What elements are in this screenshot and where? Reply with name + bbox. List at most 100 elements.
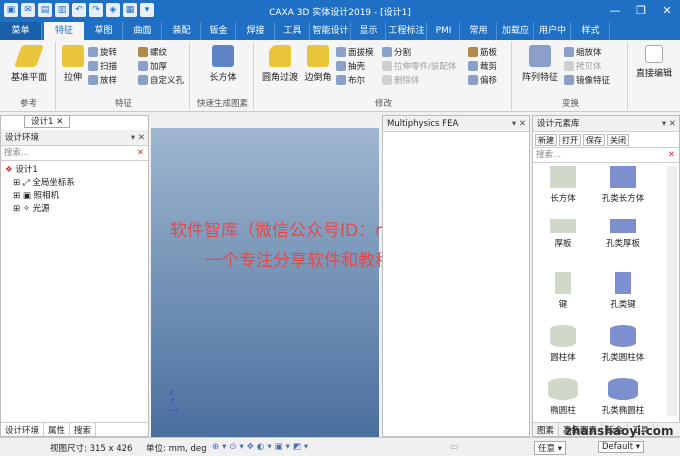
lib-scrollbar[interactable] bbox=[667, 166, 677, 416]
scale-body-button[interactable]: 缩放体 bbox=[564, 46, 602, 58]
tab-common[interactable]: 常用 bbox=[461, 22, 497, 40]
close-button[interactable]: ✕ bbox=[654, 0, 680, 22]
filter-box[interactable]: ▭ bbox=[450, 442, 458, 452]
split-button[interactable]: 分割 bbox=[382, 46, 411, 58]
lib-item-box[interactable]: 长方体 bbox=[533, 166, 593, 204]
lib-item-cylinder[interactable]: 圆柱体 bbox=[533, 325, 593, 363]
tab-weld[interactable]: 焊接 bbox=[237, 22, 275, 40]
revolve-button[interactable]: 旋转 bbox=[88, 46, 117, 58]
extrude-label: 拉伸 bbox=[63, 73, 82, 83]
mirror-label: 镜像特征 bbox=[576, 76, 611, 86]
thread-button[interactable]: 螺纹 bbox=[138, 46, 167, 58]
tab-search[interactable]: 搜索 bbox=[70, 423, 97, 436]
sweep-button[interactable]: 扫描 bbox=[88, 60, 117, 72]
lib-item-hole-key[interactable]: 孔类键 bbox=[593, 272, 653, 310]
sweep-label: 扫描 bbox=[100, 62, 118, 72]
units: 单位: mm, deg bbox=[146, 444, 207, 454]
tab-display[interactable]: 显示 bbox=[352, 22, 386, 40]
lib-item-hole-plate[interactable]: 孔类厚板 bbox=[593, 219, 653, 249]
lib-item-plate[interactable]: 厚板 bbox=[533, 219, 593, 249]
direct-edit-label: 直接编辑 bbox=[635, 69, 672, 79]
lib-title: 设计元素库 bbox=[537, 119, 580, 129]
lib-item-key[interactable]: 键 bbox=[533, 272, 593, 310]
tab-tools[interactable]: 工具 bbox=[276, 22, 310, 40]
lib-open-button[interactable]: 打开 bbox=[559, 134, 581, 146]
custom-hole-label: 自定义孔 bbox=[150, 76, 185, 86]
tab-sketch[interactable]: 草图 bbox=[85, 22, 123, 40]
shell-button[interactable]: 抽壳 bbox=[336, 60, 365, 72]
minimize-button[interactable]: — bbox=[602, 0, 628, 22]
lib-close-icon[interactable]: ▾ ✕ bbox=[662, 116, 676, 132]
tab-style[interactable]: 样式 bbox=[572, 22, 610, 40]
extrude-icon bbox=[62, 45, 84, 67]
copy-body-button[interactable]: 拷贝体 bbox=[564, 60, 602, 72]
cylinder-shape-icon bbox=[550, 325, 576, 347]
left-search-input[interactable]: 搜索... ✕ bbox=[1, 146, 148, 161]
draft-button[interactable]: 面拔模 bbox=[336, 46, 374, 58]
rib-button[interactable]: 筋板 bbox=[468, 46, 497, 58]
lib-item-ellipse-cyl[interactable]: 椭圆柱 bbox=[533, 378, 593, 416]
tab-smart-design[interactable]: 智能设计 bbox=[311, 22, 351, 40]
tree-label-design1: 设计1 bbox=[15, 165, 38, 175]
clear-search-icon[interactable]: ✕ bbox=[137, 146, 144, 160]
fea-close-icon[interactable]: ▾ ✕ bbox=[512, 116, 526, 132]
tree-item-camera[interactable]: ⊞ ▣ 照相机 bbox=[5, 190, 144, 203]
sweep-icon bbox=[88, 61, 98, 71]
doc-tab-design1[interactable]: 设计1 ✕ bbox=[24, 115, 71, 128]
direct-edit-button[interactable]: 直接编辑 bbox=[630, 45, 678, 79]
tab-user-center[interactable]: 用户中心 bbox=[535, 22, 571, 40]
tree-label-light: 光源 bbox=[32, 204, 50, 214]
thicken-button[interactable]: 加厚 bbox=[138, 60, 167, 72]
mirror-icon bbox=[564, 75, 574, 85]
tree-item-design1[interactable]: ❖ 设计1 bbox=[5, 164, 144, 177]
pattern-button[interactable]: 阵列特征 bbox=[518, 45, 562, 83]
tab-design-env[interactable]: 设计环境 bbox=[1, 423, 45, 436]
box-label: 长方体 bbox=[209, 73, 237, 83]
loft-button[interactable]: 放样 bbox=[88, 74, 117, 86]
offset-button[interactable]: 偏移 bbox=[468, 74, 497, 86]
tree-item-coords[interactable]: ⊞ ⤢ 全局坐标系 bbox=[5, 177, 144, 190]
tab-surface[interactable]: 曲面 bbox=[124, 22, 162, 40]
extrude-button[interactable]: 拉伸 bbox=[60, 45, 86, 83]
scale-label: 缩放体 bbox=[576, 48, 602, 58]
tab-assembly[interactable]: 装配 bbox=[163, 22, 201, 40]
box-button[interactable]: 长方体 bbox=[200, 45, 246, 83]
custom-hole-button[interactable]: 自定义孔 bbox=[138, 74, 184, 86]
tab-drafting[interactable]: 工程标注 bbox=[387, 22, 427, 40]
tab-properties[interactable]: 属性 bbox=[44, 423, 71, 436]
title-bar: ▣ ✉ ▤ ▥ ↶ ↷ ◈ ▦ ▾ CAXA 3D 实体设计2019 - [设计… bbox=[0, 0, 680, 22]
style-select[interactable]: Default ▾ bbox=[598, 441, 645, 453]
delete-body-button[interactable]: 删除体 bbox=[382, 74, 420, 86]
datum-plane-button[interactable]: 基准平面 bbox=[6, 45, 52, 83]
3d-viewport[interactable]: z ↑ ·→ bbox=[151, 128, 379, 437]
restore-button[interactable]: ❐ bbox=[628, 0, 654, 22]
tab-menu[interactable]: 菜单 bbox=[0, 22, 42, 40]
tab-addins[interactable]: 加载应用 bbox=[498, 22, 534, 40]
tab-pmi[interactable]: PMI bbox=[428, 22, 460, 40]
view-tools-icon[interactable]: ⊕▾⊙▾✥◐▾▣▾◩▾ bbox=[212, 442, 311, 452]
tab-feature[interactable]: 特征 bbox=[44, 22, 84, 40]
mirror-button[interactable]: 镜像特征 bbox=[564, 74, 610, 86]
pattern-icon bbox=[529, 45, 551, 67]
stretch-label: 拉伸零件/装配体 bbox=[394, 62, 457, 72]
lib-search-input[interactable]: 搜索... ✕ bbox=[533, 148, 679, 163]
tree-item-light[interactable]: ⊞ ✧ 光源 bbox=[5, 203, 144, 216]
lib-new-button[interactable]: 新建 bbox=[535, 134, 557, 146]
fillet-button[interactable]: 圆角过渡 bbox=[260, 45, 300, 83]
panel-close-icon[interactable]: ▾ ✕ bbox=[131, 130, 145, 146]
chamfer-button[interactable]: 边倒角 bbox=[302, 45, 334, 83]
lib-save-button[interactable]: 保存 bbox=[583, 134, 605, 146]
selection-filter[interactable]: 任意 ▾ bbox=[534, 441, 566, 455]
trim-button[interactable]: 裁剪 bbox=[468, 60, 497, 72]
lib-clear-icon[interactable]: ✕ bbox=[668, 148, 675, 162]
tab-primitives[interactable]: 图素 bbox=[533, 423, 560, 436]
tab-sheetmetal[interactable]: 钣金 bbox=[202, 22, 236, 40]
lib-close-button[interactable]: 关闭 bbox=[607, 134, 629, 146]
lib-item-hole-ellipse-cyl[interactable]: 孔类椭圆柱 bbox=[593, 378, 653, 416]
boolean-icon bbox=[336, 75, 346, 85]
lib-item-hole-box[interactable]: 孔类长方体 bbox=[593, 166, 653, 204]
key-shape-icon bbox=[555, 272, 571, 294]
stretch-part-button[interactable]: 拉伸零件/装配体 bbox=[382, 60, 456, 72]
boolean-button[interactable]: 布尔 bbox=[336, 74, 365, 86]
lib-item-hole-cylinder[interactable]: 孔类圆柱体 bbox=[593, 325, 653, 363]
